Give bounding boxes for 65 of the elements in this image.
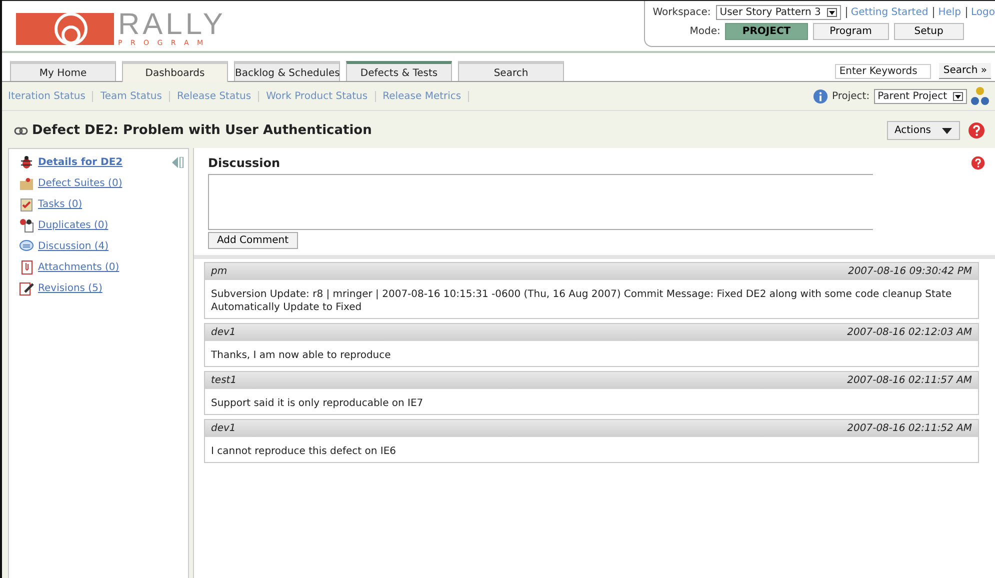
comment-author: dev1 [211, 327, 236, 338]
collapse-icon[interactable] [172, 157, 184, 168]
comment-author: dev1 [211, 423, 236, 434]
comment-text: Subversion Update: r8 | mringer | 2007-08-16 10:15:31 -0600 (Thu, 16 Aug 2007) Commit Message: Fixed DE2 along with some code cleanup State Automatically Update to Fixed [210, 288, 953, 315]
speech-bubble-icon [19, 239, 34, 254]
mode-button[interactable]: PROJECT [725, 23, 808, 40]
sidebar-link[interactable]: Defect Suites (0) [38, 178, 122, 189]
project-label: Project: [832, 90, 870, 102]
search-button[interactable]: Search » [939, 63, 991, 79]
logo-icon [16, 11, 114, 45]
caret-icon [941, 126, 953, 134]
subnav-link[interactable]: Release Metrics [376, 90, 470, 102]
subnav-link[interactable]: Iteration Status [8, 90, 94, 102]
comment-timestamp: 2007-08-16 02:11:52 AM [847, 423, 972, 434]
sidebar-link[interactable]: Tasks (0) [38, 199, 82, 210]
dropdown-arrow-icon [826, 8, 837, 17]
workspace-select[interactable]: User Story Pattern 3 [716, 5, 841, 20]
header-link[interactable]: Logo [966, 7, 995, 18]
subnav-link[interactable]: Work Product Status [259, 90, 376, 102]
bug-icon [19, 155, 34, 170]
mode-button[interactable]: Program [812, 23, 889, 40]
nav-tab[interactable]: Backlog & Schedules [234, 61, 340, 81]
subnav-link[interactable]: Release Status [170, 90, 260, 102]
info-icon[interactable] [813, 88, 828, 104]
comment-timestamp: 2007-08-16 02:12:03 AM [847, 327, 972, 338]
comment-timestamp: 2007-08-16 09:30:42 PM [848, 266, 972, 277]
keyword-search-field[interactable]: Enter Keywords [835, 64, 932, 78]
dropdown-arrow-icon [953, 92, 963, 100]
nav-tab[interactable]: Dashboards [122, 61, 228, 82]
comment-text: Thanks, I am now able to reproduce [210, 349, 392, 363]
workspace-label: Workspace: [652, 7, 711, 18]
folder-icon [19, 176, 34, 191]
comment-field[interactable] [208, 174, 873, 230]
mode-button[interactable]: Setup [894, 23, 964, 40]
comment-timestamp: 2007-08-16 02:11:57 AM [847, 375, 972, 386]
nav-tab[interactable]: Defects & Tests [346, 61, 452, 81]
people-icon[interactable] [971, 86, 989, 106]
page-title: Defect DE2: Problem with User Authentication [32, 123, 372, 138]
comment-author: test1 [211, 375, 237, 386]
sidebar-link[interactable]: Details for DE2 [38, 157, 123, 168]
subnav-link[interactable]: Team Status [93, 90, 170, 102]
comment-author: pm [211, 266, 228, 277]
comment-text: Support said it is only reproducable on IE7 [210, 397, 424, 411]
sidebar-link[interactable]: Discussion (4) [38, 241, 109, 252]
discussion-title: Discussion [208, 156, 280, 170]
help-icon[interactable] [971, 156, 985, 170]
header-link[interactable]: Getting Started [846, 7, 928, 18]
project-select[interactable]: Parent Project [874, 88, 967, 104]
mode-label: Mode: [690, 26, 720, 37]
help-icon[interactable] [968, 122, 985, 139]
nav-tab[interactable]: My Home [10, 61, 116, 81]
link-icon [14, 126, 28, 134]
actions-button[interactable]: Actions [887, 121, 960, 140]
sidebar-link[interactable]: Duplicates (0) [38, 220, 108, 231]
clipboard-icon [19, 197, 34, 212]
edit-document-icon [19, 281, 34, 296]
header-link[interactable]: Help [933, 7, 962, 18]
sidebar-link[interactable]: Attachments (0) [38, 262, 120, 273]
document-clip-icon [19, 260, 34, 275]
nav-tab[interactable]: Search [458, 61, 564, 81]
logo-wordmark: RALLY [118, 11, 226, 39]
bugs-icon [19, 218, 34, 233]
sidebar-link[interactable]: Revisions (5) [38, 283, 102, 294]
comment-text: I cannot reproduce this defect on IE6 [210, 445, 398, 459]
add-comment-button[interactable]: Add Comment [208, 232, 298, 249]
